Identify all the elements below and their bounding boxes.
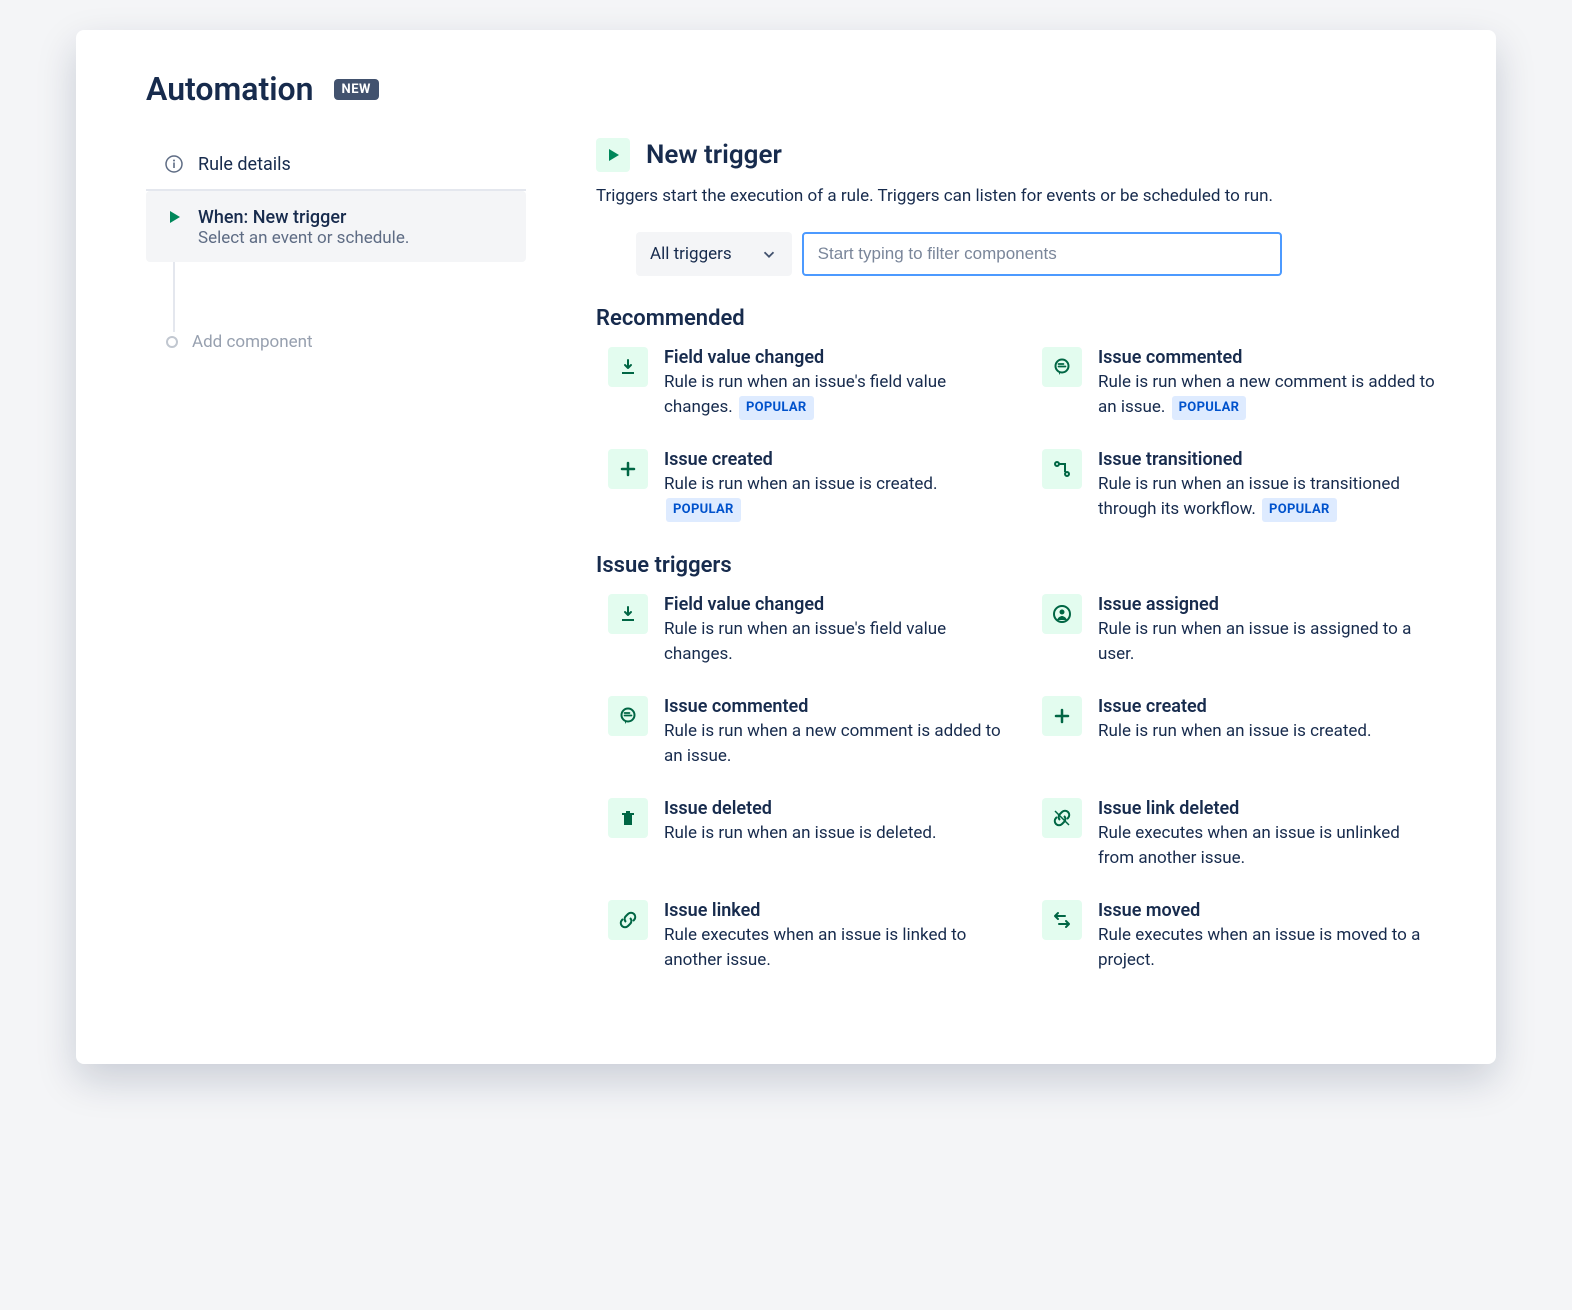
trigger-title: Issue created bbox=[1098, 696, 1372, 717]
trigger-option[interactable]: Issue commented Rule is run when a new c… bbox=[608, 696, 1002, 770]
trigger-option[interactable]: Issue commented Rule is run when a new c… bbox=[1042, 347, 1436, 421]
rule-details-label: Rule details bbox=[198, 154, 508, 175]
trigger-title: Issue commented bbox=[664, 696, 1002, 717]
trigger-title: Issue deleted bbox=[664, 798, 937, 819]
trigger-description: Rule executes when an issue is moved to … bbox=[1098, 923, 1436, 974]
trigger-title: Field value changed bbox=[664, 594, 1002, 615]
plus-icon bbox=[608, 449, 648, 489]
play-icon bbox=[164, 207, 184, 227]
add-component-button[interactable]: Add component bbox=[146, 332, 526, 352]
plus-icon bbox=[1042, 696, 1082, 736]
trigger-option[interactable]: Field value changed Rule is run when an … bbox=[608, 347, 1002, 421]
trigger-option[interactable]: Issue created Rule is run when an issue … bbox=[1042, 696, 1436, 770]
trigger-title: Issue link deleted bbox=[1098, 798, 1436, 819]
trigger-description: Rule is run when an issue is transitione… bbox=[1098, 472, 1436, 523]
trigger-option[interactable]: Issue deleted Rule is run when an issue … bbox=[608, 798, 1002, 872]
trigger-subtitle: Select an event or schedule. bbox=[198, 228, 508, 248]
popular-badge: POPULAR bbox=[739, 396, 814, 420]
circle-icon bbox=[166, 336, 178, 348]
trigger-description: Rule executes when an issue is unlinked … bbox=[1098, 821, 1436, 872]
new-badge: NEW bbox=[334, 79, 379, 100]
popular-badge: POPULAR bbox=[666, 498, 741, 522]
trigger-description: Rule is run when an issue is created. bbox=[1098, 719, 1372, 745]
main-description: Triggers start the execution of a rule. … bbox=[596, 184, 1436, 210]
page-title: Automation bbox=[146, 70, 314, 108]
component-search-input[interactable] bbox=[802, 232, 1282, 276]
trigger-option[interactable]: Issue link deleted Rule executes when an… bbox=[1042, 798, 1436, 872]
sidebar-item-new-trigger[interactable]: When: New trigger Select an event or sch… bbox=[146, 191, 526, 262]
main-title: New trigger bbox=[646, 140, 782, 170]
trigger-title: Issue linked bbox=[664, 900, 1002, 921]
popular-badge: POPULAR bbox=[1172, 396, 1247, 420]
trigger-option[interactable]: Field value changed Rule is run when an … bbox=[608, 594, 1002, 668]
popular-badge: POPULAR bbox=[1262, 498, 1337, 522]
trigger-description: Rule is run when an issue's field value … bbox=[664, 617, 1002, 668]
add-component-label: Add component bbox=[192, 332, 313, 352]
trigger-title: Issue commented bbox=[1098, 347, 1436, 368]
info-icon bbox=[164, 154, 184, 174]
trigger-title: Issue created bbox=[664, 449, 1002, 470]
trigger-description: Rule is run when an issue's field value … bbox=[664, 370, 1002, 421]
main-content: New trigger Triggers start the execution… bbox=[596, 138, 1436, 1004]
trigger-option[interactable]: Issue created Rule is run when an issue … bbox=[608, 449, 1002, 523]
sidebar: Rule details When: New trigger Select an… bbox=[146, 138, 526, 1004]
person-icon bbox=[1042, 594, 1082, 634]
trigger-title: Issue moved bbox=[1098, 900, 1436, 921]
comment-icon bbox=[1042, 347, 1082, 387]
link-icon bbox=[608, 900, 648, 940]
section-title: Issue triggers bbox=[596, 553, 1436, 578]
dropdown-label: All triggers bbox=[650, 244, 732, 264]
download-bar-icon bbox=[608, 594, 648, 634]
trigger-title: Issue assigned bbox=[1098, 594, 1436, 615]
transition-icon bbox=[1042, 449, 1082, 489]
move-icon bbox=[1042, 900, 1082, 940]
trigger-filter-dropdown[interactable]: All triggers bbox=[636, 232, 792, 276]
section-title: Recommended bbox=[596, 306, 1436, 331]
trigger-description: Rule is run when an issue is assigned to… bbox=[1098, 617, 1436, 668]
trigger-description: Rule is run when a new comment is added … bbox=[1098, 370, 1436, 421]
trigger-option[interactable]: Issue linked Rule executes when an issue… bbox=[608, 900, 1002, 974]
trigger-option[interactable]: Issue assigned Rule is run when an issue… bbox=[1042, 594, 1436, 668]
play-icon bbox=[596, 138, 630, 172]
trigger-option[interactable]: Issue transitioned Rule is run when an i… bbox=[1042, 449, 1436, 523]
trigger-title: Field value changed bbox=[664, 347, 1002, 368]
trigger-title: When: New trigger bbox=[198, 207, 508, 228]
trash-icon bbox=[608, 798, 648, 838]
trigger-option[interactable]: Issue moved Rule executes when an issue … bbox=[1042, 900, 1436, 974]
connector-line bbox=[173, 262, 175, 332]
sidebar-item-rule-details[interactable]: Rule details bbox=[146, 138, 526, 191]
comment-icon bbox=[608, 696, 648, 736]
download-bar-icon bbox=[608, 347, 648, 387]
chevron-down-icon bbox=[760, 245, 778, 263]
trigger-description: Rule is run when an issue is deleted. bbox=[664, 821, 937, 847]
trigger-description: Rule is run when an issue is created. PO… bbox=[664, 472, 1002, 523]
trigger-description: Rule is run when a new comment is added … bbox=[664, 719, 1002, 770]
trigger-title: Issue transitioned bbox=[1098, 449, 1436, 470]
trigger-description: Rule executes when an issue is linked to… bbox=[664, 923, 1002, 974]
unlink-icon bbox=[1042, 798, 1082, 838]
